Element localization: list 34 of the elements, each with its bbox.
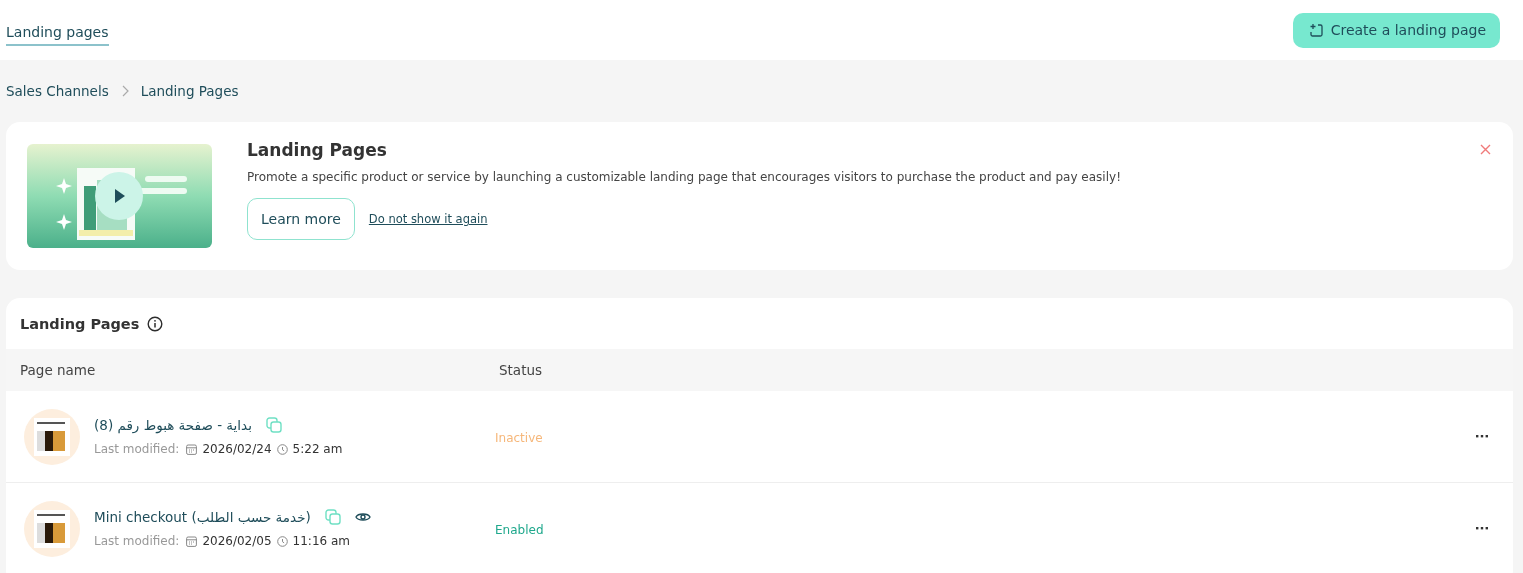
status-label: Enabled [495, 523, 544, 537]
table-title: Landing Pages [20, 315, 140, 332]
chevron-right-icon [120, 85, 129, 97]
calendar-icon [186, 443, 198, 455]
add-page-icon [1308, 23, 1323, 37]
banner-title: Landing Pages [247, 140, 388, 160]
page-name[interactable]: Mini checkout (خدمة حسب الطلب) [94, 509, 311, 525]
page-thumbnail-icon [24, 500, 80, 557]
close-icon[interactable] [1480, 144, 1491, 155]
do-not-show-again-link[interactable]: Do not show it again [368, 212, 488, 226]
modified-date: 2026/02/24 [202, 442, 272, 456]
breadcrumb-link[interactable]: Landing Pages [140, 83, 239, 99]
eye-icon[interactable] [354, 511, 371, 523]
page-thumbnail-icon [24, 408, 80, 465]
landing-pages-tab[interactable]: Landing pages [6, 16, 109, 46]
more-options-icon[interactable] [1476, 527, 1488, 530]
modified-time: 5:22 am [292, 442, 343, 456]
calendar-icon [186, 535, 198, 547]
breadcrumb-link[interactable]: Sales Channels [6, 83, 109, 99]
last-modified-label: Last modified: [94, 534, 180, 548]
modified-time: 11:16 am [292, 534, 351, 548]
create-landing-page-button[interactable]: Create a landing page [1292, 12, 1500, 48]
clock-icon [276, 535, 288, 547]
column-header: Page name [19, 362, 97, 378]
learn-more-button[interactable]: Learn more [247, 198, 355, 240]
clock-icon [276, 443, 288, 455]
last-modified-label: Last modified: [94, 442, 180, 456]
modified-date: 2026/02/05 [202, 534, 272, 548]
page-name[interactable]: بداية - صفحة هبوط رقم (8) [94, 417, 252, 433]
column-header: Status [499, 362, 544, 378]
more-options-icon[interactable] [1476, 435, 1488, 438]
banner-description: Promote a specific product or service by launching a customizable landing page that encourages visitors to purchase the product and pay easily! [247, 170, 1121, 184]
info-icon[interactable] [147, 315, 164, 332]
status-label: Inactive [495, 431, 543, 445]
